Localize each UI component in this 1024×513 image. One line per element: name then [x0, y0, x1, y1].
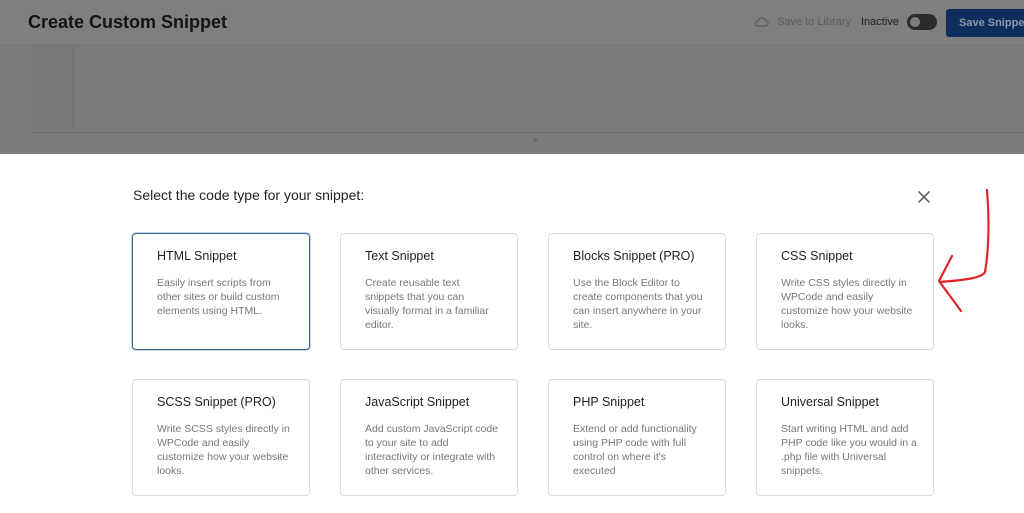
card-title: PHP Snippet: [573, 395, 645, 409]
card-description: Use the Block Editor to create component…: [573, 277, 703, 331]
card-title: SCSS Snippet (PRO): [157, 395, 276, 409]
card-css-snippet[interactable]: CSS Snippet Write CSS styles directly in…: [756, 233, 934, 350]
editor-divider: [30, 132, 1024, 133]
code-editor: ≡: [0, 46, 1024, 154]
card-description: Easily insert scripts from other sites o…: [157, 277, 280, 317]
card-blocks-snippet[interactable]: Blocks Snippet (PRO) Use the Block Edito…: [548, 233, 726, 350]
card-description: Add custom JavaScript code to your site …: [365, 423, 499, 477]
page-title: Create Custom Snippet: [28, 12, 228, 32]
card-description: Create reusable text snippets that you c…: [365, 277, 489, 331]
active-toggle[interactable]: [907, 14, 937, 30]
cloud-icon: [755, 17, 769, 27]
card-text-snippet[interactable]: Text Snippet Create reusable text snippe…: [340, 233, 518, 350]
card-description: Write SCSS styles directly in WPCode and…: [157, 423, 290, 477]
card-title: CSS Snippet: [781, 249, 853, 263]
code-type-modal: Select the code type for your snippet: H…: [0, 154, 1024, 513]
card-description: Start writing HTML and add PHP code like…: [781, 423, 917, 477]
card-title: Text Snippet: [365, 249, 434, 263]
card-title: JavaScript Snippet: [365, 395, 470, 409]
status-label: Inactive: [861, 16, 899, 28]
card-html-snippet[interactable]: HTML Snippet Easily insert scripts from …: [132, 233, 310, 350]
editor-gutter: [30, 46, 74, 130]
top-bar: Create Custom Snippet Save to Library In…: [0, 0, 1024, 46]
annotation-arrow-icon: [937, 188, 990, 313]
card-php-snippet[interactable]: PHP Snippet Extend or add functionality …: [548, 379, 726, 496]
card-universal-snippet[interactable]: Universal Snippet Start writing HTML and…: [756, 379, 934, 496]
save-to-library-link[interactable]: Save to Library: [777, 16, 851, 28]
save-snippet-button[interactable]: Save Snippet: [946, 9, 1024, 37]
card-title: Universal Snippet: [781, 395, 879, 409]
card-description: Extend or add functionality using PHP co…: [573, 423, 697, 477]
card-scss-snippet[interactable]: SCSS Snippet (PRO) Write SCSS styles dir…: [132, 379, 310, 496]
resize-handle-icon[interactable]: ≡: [533, 136, 538, 145]
toggle-knob: [910, 17, 920, 27]
card-title: HTML Snippet: [157, 249, 237, 263]
card-description: Write CSS styles directly in WPCode and …: [781, 277, 913, 331]
card-title: Blocks Snippet (PRO): [573, 249, 695, 263]
modal-heading: Select the code type for your snippet:: [133, 187, 365, 203]
card-javascript-snippet[interactable]: JavaScript Snippet Add custom JavaScript…: [340, 379, 518, 496]
